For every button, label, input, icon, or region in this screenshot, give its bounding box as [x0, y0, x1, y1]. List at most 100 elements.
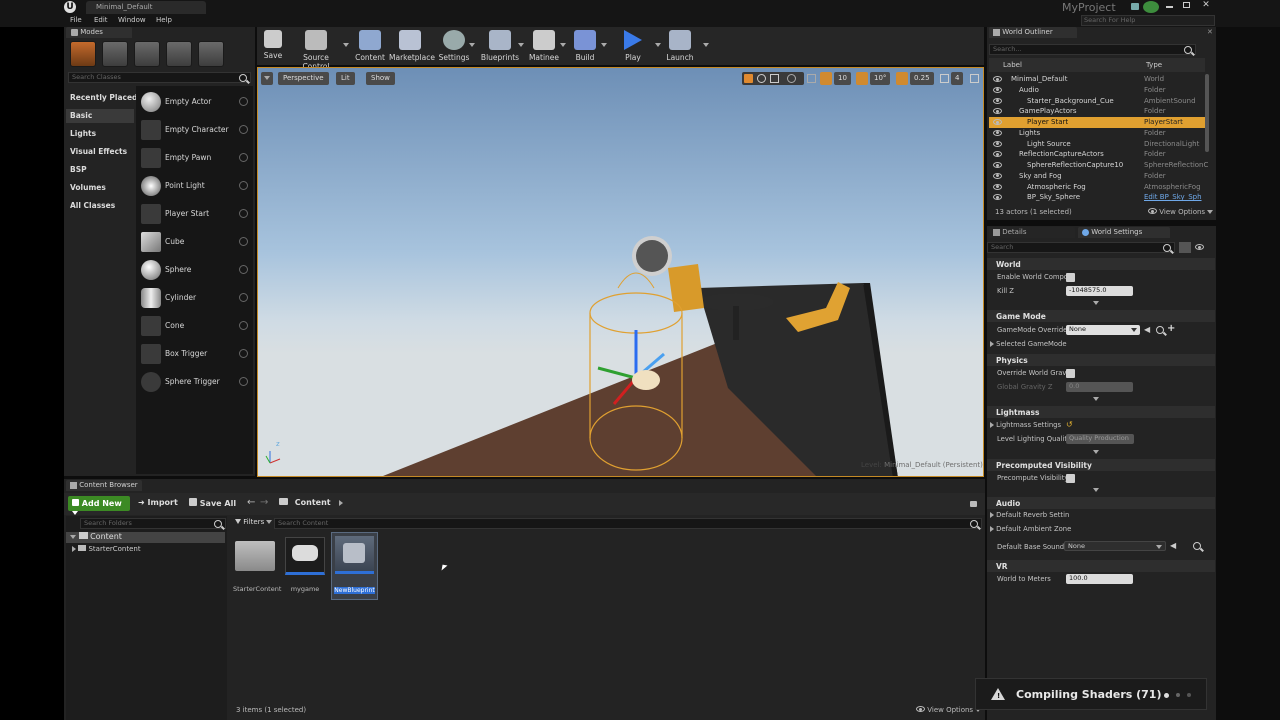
- tree-content-row[interactable]: Content: [66, 532, 225, 543]
- category-all-classes[interactable]: All Classes: [70, 201, 115, 210]
- visibility-eye-icon[interactable]: [993, 76, 1002, 82]
- level-viewport[interactable]: z: [257, 67, 984, 477]
- info-icon[interactable]: [239, 97, 248, 106]
- visibility-eye-icon[interactable]: [993, 162, 1002, 168]
- kill-z-input[interactable]: -1048575.0: [1066, 286, 1133, 296]
- search-content-input[interactable]: Search Content: [274, 518, 982, 529]
- category-lights[interactable]: Lights: [70, 129, 96, 138]
- history-back-button[interactable]: ←: [247, 497, 255, 508]
- foliage-mode-icon[interactable]: [166, 41, 192, 67]
- menu-edit[interactable]: Edit: [94, 16, 108, 24]
- info-icon[interactable]: [239, 209, 248, 218]
- section-physics[interactable]: Physics: [987, 354, 1215, 366]
- history-forward-button[interactable]: →: [260, 497, 268, 508]
- category-basic[interactable]: Basic: [70, 111, 92, 120]
- menu-file[interactable]: File: [70, 16, 82, 24]
- outliner-search-input[interactable]: Search...: [989, 44, 1196, 55]
- visibility-eye-icon[interactable]: [993, 172, 1002, 179]
- breadcrumb-chevron-icon[interactable]: [339, 499, 344, 506]
- visibility-eye-icon[interactable]: [993, 97, 1002, 104]
- precompute-visibility-checkbox[interactable]: [1066, 474, 1075, 483]
- info-icon[interactable]: [239, 125, 248, 134]
- outliner-view-options[interactable]: View Options: [1148, 208, 1214, 216]
- selected-gamemode-label[interactable]: Selected GameMode: [990, 340, 1067, 348]
- reset-to-default-icon[interactable]: ↺: [1066, 420, 1073, 429]
- toolbar-save-button[interactable]: Save: [260, 30, 286, 64]
- default-ambient-label[interactable]: Default Ambient Zone: [990, 525, 1071, 533]
- section-audio[interactable]: Audio: [987, 497, 1215, 509]
- toolbar-launch-button[interactable]: Launch: [666, 30, 694, 64]
- toolbar-blueprints-button[interactable]: Blueprints: [480, 30, 520, 64]
- play-dropdown-icon[interactable]: [655, 43, 661, 47]
- toolbar-content-button[interactable]: Content: [355, 30, 385, 64]
- import-button[interactable]: ➜ Import: [138, 498, 178, 507]
- outliner-row[interactable]: GamePlayActors Folder: [989, 106, 1205, 117]
- show-button[interactable]: Show: [366, 72, 395, 85]
- toolbar-marketplace-button[interactable]: Marketplace: [389, 30, 435, 64]
- outliner-scrollbar[interactable]: [1205, 74, 1209, 152]
- enable-world-composition-checkbox[interactable]: [1066, 273, 1075, 282]
- info-icon[interactable]: [239, 181, 248, 190]
- place-player-start[interactable]: Player Start: [138, 201, 252, 227]
- outliner-row[interactable]: Light Source DirectionalLight: [989, 139, 1205, 150]
- visibility-eye-icon[interactable]: [993, 140, 1002, 147]
- toolbar-source-control-button[interactable]: Source Control: [290, 30, 342, 71]
- world-local-icon[interactable]: [787, 74, 796, 83]
- add-new-icon[interactable]: +: [1167, 323, 1175, 334]
- world-settings-tab[interactable]: World Settings: [1078, 227, 1170, 238]
- new-blueprint-name[interactable]: NewBlueprint: [334, 587, 375, 594]
- place-empty-character[interactable]: Empty Character: [138, 117, 252, 143]
- category-visual-effects[interactable]: Visual Effects: [70, 147, 127, 156]
- place-box-trigger[interactable]: Box Trigger: [138, 341, 252, 367]
- place-empty-actor[interactable]: Empty Actor: [138, 89, 252, 115]
- grid-snap-value[interactable]: 10: [834, 72, 851, 85]
- matinee-dropdown-icon[interactable]: [560, 43, 566, 47]
- toolbar-play-button[interactable]: Play: [620, 30, 646, 64]
- category-recently-placed[interactable]: Recently Placed: [70, 93, 137, 102]
- asset-tile-mygame[interactable]: mygame: [284, 535, 326, 597]
- camera-speed-icon[interactable]: [940, 74, 949, 83]
- menu-window[interactable]: Window: [118, 16, 146, 24]
- viewport-options-button[interactable]: [261, 72, 273, 85]
- translate-icon[interactable]: [744, 74, 753, 83]
- outliner-row[interactable]: BP_Sky_Sphere Edit BP_Sky_Sph: [989, 192, 1205, 203]
- lit-button[interactable]: Lit: [336, 72, 355, 85]
- world-outliner-tab[interactable]: World Outliner: [989, 27, 1077, 38]
- outliner-row[interactable]: Player Start PlayerStart: [989, 117, 1205, 128]
- perspective-button[interactable]: Perspective: [278, 72, 329, 85]
- launch-dropdown-icon[interactable]: [703, 43, 709, 47]
- info-icon[interactable]: [239, 377, 248, 386]
- visibility-eye-icon[interactable]: [993, 183, 1002, 190]
- scale-icon[interactable]: [770, 74, 779, 83]
- outliner-col-type[interactable]: Type: [1146, 61, 1162, 69]
- landscape-mode-icon[interactable]: [134, 41, 160, 67]
- lighting-quality-select[interactable]: Quality Production: [1066, 434, 1134, 444]
- source-control-status-icon[interactable]: [1143, 1, 1159, 13]
- visibility-eye-icon[interactable]: [993, 86, 1002, 93]
- info-icon[interactable]: [239, 321, 248, 330]
- visibility-eye-icon[interactable]: [993, 119, 1002, 125]
- section-lightmass[interactable]: Lightmass: [987, 406, 1215, 418]
- scale-snap-icon[interactable]: [896, 72, 908, 85]
- path-breadcrumb[interactable]: Content: [279, 498, 344, 507]
- lightmass-expand-icon[interactable]: [1093, 450, 1099, 454]
- section-vr[interactable]: VR: [987, 560, 1215, 572]
- use-selected-arrow-icon[interactable]: ◀: [1170, 541, 1176, 550]
- details-search-input[interactable]: Search: [987, 242, 1175, 253]
- toolbar-settings-button[interactable]: Settings: [438, 30, 470, 64]
- info-icon[interactable]: [239, 293, 248, 302]
- modes-tab[interactable]: Modes: [66, 27, 132, 38]
- level-tab[interactable]: Minimal_Default: [86, 1, 206, 14]
- browse-search-icon[interactable]: [1156, 326, 1164, 334]
- outliner-row[interactable]: Starter_Background_Cue AmbientSound: [989, 96, 1205, 107]
- place-mode-icon[interactable]: [70, 41, 96, 67]
- base-sound-mix-select[interactable]: None: [1064, 541, 1166, 551]
- category-volumes[interactable]: Volumes: [70, 183, 106, 192]
- global-gravity-input[interactable]: 0.0: [1066, 382, 1133, 392]
- rotate-icon[interactable]: [757, 74, 766, 83]
- category-bsp[interactable]: BSP: [70, 165, 87, 174]
- camera-speed-value[interactable]: 4: [951, 72, 964, 85]
- gamemode-override-select[interactable]: None: [1066, 325, 1140, 335]
- browse-search-icon[interactable]: [1192, 542, 1201, 550]
- info-icon[interactable]: [239, 237, 248, 246]
